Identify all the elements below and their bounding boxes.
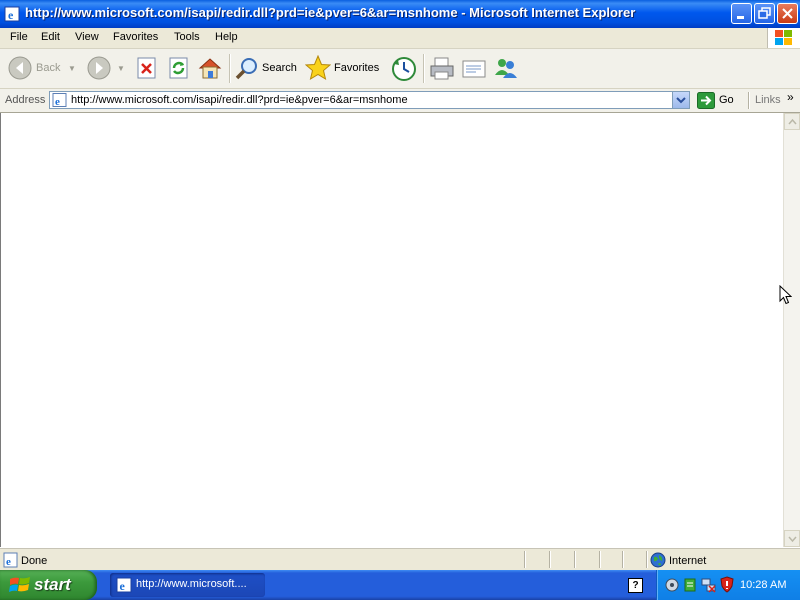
- menu-edit[interactable]: Edit: [41, 31, 60, 43]
- globe-icon: [650, 552, 666, 571]
- go-arrow-icon[interactable]: [697, 92, 715, 112]
- stop-icon: [136, 57, 158, 82]
- menu-tools[interactable]: Tools: [174, 31, 200, 43]
- menu-help[interactable]: Help: [215, 31, 238, 43]
- refresh-icon: [168, 57, 190, 82]
- go-button[interactable]: Go: [719, 94, 734, 106]
- taskbar-item-ie[interactable]: e http://www.microsoft....: [110, 573, 265, 597]
- clock: 10:28 AM: [740, 579, 787, 591]
- search-button[interactable]: Search: [234, 54, 300, 82]
- edit-button[interactable]: [460, 54, 488, 82]
- toolbar: Back ▼ ▼ Search Favorites: [0, 49, 800, 89]
- menu-file[interactable]: File: [10, 31, 28, 43]
- ie-icon: e: [116, 577, 132, 596]
- svg-text:e: e: [6, 556, 11, 568]
- ie-page-icon: e: [52, 93, 68, 110]
- help-icon[interactable]: ?: [628, 578, 643, 593]
- search-icon: [234, 56, 260, 85]
- start-button[interactable]: start: [0, 570, 97, 600]
- address-divider: [748, 92, 750, 109]
- svg-text:e: e: [8, 8, 14, 22]
- tray-icon-1[interactable]: [665, 577, 679, 596]
- messenger-button[interactable]: [492, 54, 520, 82]
- status-divider: [622, 551, 624, 568]
- vertical-scrollbar[interactable]: [783, 113, 800, 547]
- windows-flag-icon: [9, 575, 31, 598]
- svg-text:e: e: [55, 96, 60, 107]
- stop-button[interactable]: [134, 54, 160, 82]
- back-icon: [8, 56, 32, 83]
- windows-logo-icon: [767, 28, 800, 48]
- page-done-icon: e: [3, 552, 19, 571]
- window-title: http://www.microsoft.com/isapi/redir.dll…: [25, 5, 636, 20]
- forward-button[interactable]: ▼: [86, 54, 126, 82]
- back-button[interactable]: Back ▼: [6, 54, 78, 82]
- taskbar-item-label: http://www.microsoft....: [136, 578, 247, 590]
- title-bar[interactable]: e http://www.microsoft.com/isapi/redir.d…: [0, 0, 800, 28]
- forward-icon: [87, 56, 111, 83]
- mouse-cursor-icon: [779, 284, 793, 308]
- menu-bar: File Edit View Favorites Tools Help: [0, 28, 800, 49]
- status-text: Done: [21, 555, 48, 567]
- messenger-icon: [493, 57, 519, 84]
- close-button[interactable]: [777, 3, 798, 24]
- svg-text:e: e: [120, 579, 126, 593]
- address-label: Address: [5, 94, 46, 106]
- page-content[interactable]: [0, 113, 783, 547]
- status-divider: [524, 551, 526, 568]
- refresh-button[interactable]: [166, 54, 192, 82]
- minimize-button[interactable]: [731, 3, 752, 24]
- history-button[interactable]: [390, 54, 418, 82]
- print-icon: [429, 57, 455, 84]
- links-chevron-icon[interactable]: »: [787, 90, 794, 104]
- address-dropdown-button[interactable]: [672, 92, 689, 108]
- scroll-down-button[interactable]: [784, 530, 800, 547]
- favorites-star-icon: [304, 54, 332, 84]
- back-dropdown-icon[interactable]: ▼: [68, 64, 76, 73]
- toolbar-separator: [423, 54, 425, 83]
- menu-favorites[interactable]: Favorites: [113, 31, 158, 43]
- status-bar: e Done Internet: [0, 548, 800, 571]
- restore-button[interactable]: [754, 3, 775, 24]
- tray-icon-2[interactable]: [683, 577, 697, 596]
- start-label: start: [34, 575, 71, 594]
- status-divider: [646, 551, 648, 568]
- history-icon: [391, 56, 417, 85]
- status-divider: [549, 551, 551, 568]
- ie-icon: e: [4, 6, 20, 22]
- home-button[interactable]: [196, 54, 224, 82]
- back-label: Back: [36, 62, 61, 74]
- search-label: Search: [262, 62, 297, 74]
- links-button[interactable]: Links: [755, 94, 781, 106]
- status-divider: [574, 551, 576, 568]
- home-icon: [198, 56, 222, 83]
- address-input[interactable]: e http://www.microsoft.com/isapi/redir.d…: [49, 91, 690, 109]
- print-button[interactable]: [428, 54, 456, 82]
- taskbar: start e http://www.microsoft.... ? 10:28…: [0, 570, 800, 600]
- edit-icon: [461, 58, 487, 83]
- menu-view[interactable]: View: [75, 31, 99, 43]
- address-url: http://www.microsoft.com/isapi/redir.dll…: [71, 94, 408, 106]
- toolbar-separator: [229, 54, 231, 83]
- favorites-button[interactable]: Favorites: [304, 54, 385, 84]
- security-shield-icon[interactable]: [720, 576, 734, 596]
- scroll-up-button[interactable]: [784, 113, 800, 130]
- network-icon[interactable]: [701, 577, 717, 596]
- status-divider: [599, 551, 601, 568]
- address-bar: Address e http://www.microsoft.com/isapi…: [0, 89, 800, 113]
- favorites-label: Favorites: [334, 62, 380, 74]
- security-zone: Internet: [669, 555, 707, 567]
- forward-dropdown-icon[interactable]: ▼: [117, 64, 125, 73]
